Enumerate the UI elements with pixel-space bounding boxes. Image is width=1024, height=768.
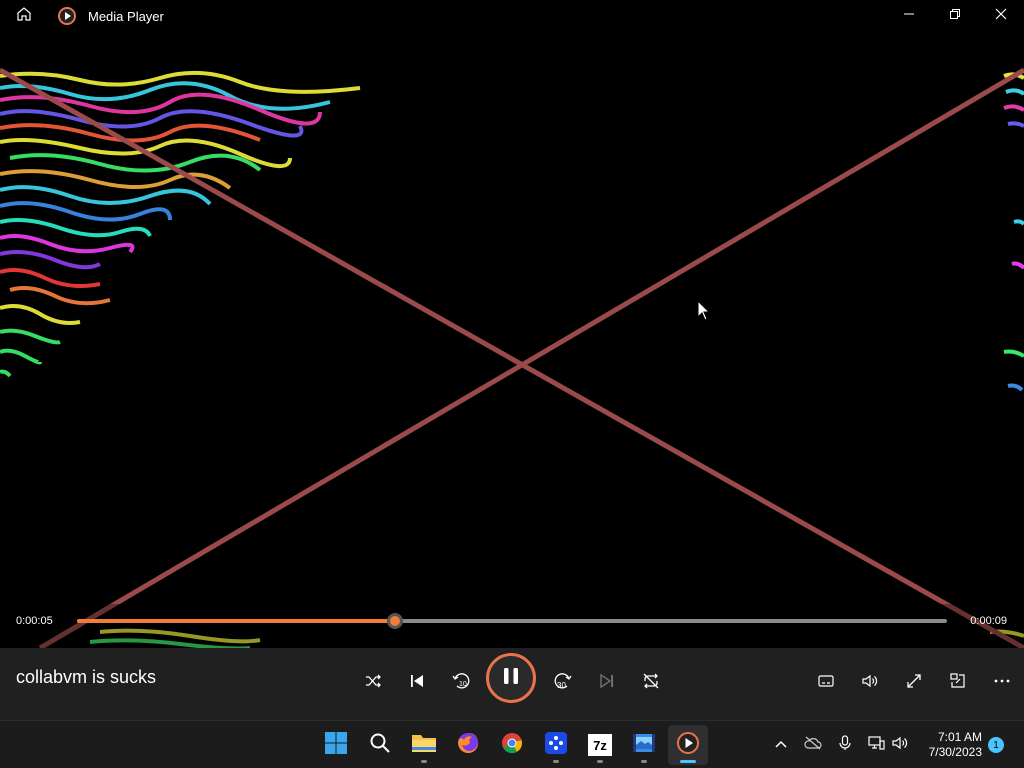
minimize-icon: [903, 7, 915, 25]
running-indicator: [641, 760, 647, 763]
taskbar: 7z 7:01 AM 7/30/2023 1: [0, 720, 1024, 768]
7zip-icon: 7z: [588, 734, 612, 756]
clock-date: 7/30/2023: [928, 745, 982, 759]
skip-back-10-button[interactable]: 10: [444, 666, 478, 700]
active-indicator: [680, 760, 696, 763]
glitch-artifact-left: [0, 70, 361, 378]
close-button[interactable]: [978, 0, 1024, 32]
svg-text:10: 10: [459, 681, 467, 688]
svg-text:30: 30: [557, 681, 566, 690]
duration: 0:00:09: [970, 615, 1007, 627]
previous-button[interactable]: [400, 666, 434, 700]
fullscreen-icon: [905, 672, 923, 695]
folder-icon: [411, 732, 437, 759]
previous-icon: [409, 673, 425, 694]
network-icon: [867, 735, 885, 756]
pause-button[interactable]: [486, 653, 536, 703]
seek-bar[interactable]: [77, 613, 947, 629]
search-icon: [369, 732, 391, 759]
start-button[interactable]: [316, 725, 356, 765]
video-frame: [0, 67, 1024, 648]
running-indicator: [421, 760, 427, 763]
x-line-ascending: [38, 67, 1024, 648]
repeat-off-icon: [642, 672, 660, 695]
close-icon: [995, 7, 1007, 25]
skip-back-10-icon: 10: [451, 671, 471, 696]
shuffle-button[interactable]: [356, 666, 390, 700]
x-line-descending: [0, 67, 1024, 648]
minimize-button[interactable]: [886, 0, 932, 32]
title-bar: Media Player: [0, 0, 1024, 32]
more-options-button[interactable]: [985, 666, 1019, 700]
volume-button[interactable]: [853, 666, 887, 700]
7zip-label: 7z: [593, 737, 607, 753]
firefox-button[interactable]: [448, 725, 488, 765]
show-hidden-icons-button[interactable]: [767, 733, 795, 757]
subtitles-icon: [817, 672, 835, 695]
clock-time: 7:01 AM: [937, 730, 982, 744]
playback-controls-bar: collabvm is sucks 10 30: [0, 648, 1024, 720]
window-controls: [886, 0, 1024, 32]
restore-icon: [949, 7, 961, 25]
windows-start-icon: [324, 731, 348, 760]
chrome-button[interactable]: [492, 725, 532, 765]
cloud-offline-icon: [804, 736, 822, 755]
chevron-up-icon: [774, 736, 788, 754]
firefox-icon: [456, 731, 480, 760]
onedrive-tray-button[interactable]: [799, 733, 827, 757]
running-indicator: [553, 760, 559, 763]
window-title: Media Player: [88, 8, 164, 24]
file-explorer-button[interactable]: [404, 725, 444, 765]
media-player-app-icon: [56, 5, 78, 27]
home-button[interactable]: [0, 0, 48, 32]
next-button[interactable]: [590, 666, 624, 700]
home-icon: [16, 6, 32, 27]
microphone-tray-button[interactable]: [831, 733, 859, 757]
repeat-button[interactable]: [634, 666, 668, 700]
running-indicator: [597, 760, 603, 763]
current-time: 0:00:05: [16, 615, 53, 627]
app-button[interactable]: [536, 725, 576, 765]
more-icon: [993, 672, 1011, 695]
video-editor-button[interactable]: [624, 725, 664, 765]
notification-badge[interactable]: 1: [988, 737, 1004, 753]
taskbar-search-button[interactable]: [360, 725, 400, 765]
seek-bar-thumb[interactable]: [387, 613, 404, 629]
speaker-icon: [891, 735, 909, 756]
7zip-button[interactable]: 7z: [580, 725, 620, 765]
media-player-icon: [676, 731, 700, 760]
chrome-icon: [500, 731, 524, 760]
seek-bar-row: 0:00:05 0:00:09: [0, 604, 1024, 648]
mini-player-button[interactable]: [941, 666, 975, 700]
next-icon: [599, 673, 615, 694]
shuffle-icon: [364, 672, 382, 695]
blue-app-icon: [544, 731, 568, 760]
clock[interactable]: 7:01 AM 7/30/2023: [929, 730, 982, 760]
video-editor-icon: [632, 732, 656, 759]
volume-tray-button[interactable]: [886, 733, 914, 757]
microphone-icon: [839, 734, 851, 756]
skip-forward-30-icon: 30: [553, 671, 573, 696]
media-title: collabvm is sucks: [16, 667, 157, 687]
subtitles-button[interactable]: [809, 666, 843, 700]
media-player-taskbar-button[interactable]: [668, 725, 708, 765]
video-area[interactable]: [0, 32, 1024, 648]
restore-button[interactable]: [932, 0, 978, 32]
fullscreen-button[interactable]: [897, 666, 931, 700]
mini-player-icon: [949, 672, 967, 695]
glitch-artifact-right: [1003, 72, 1024, 392]
volume-icon: [861, 672, 879, 695]
pause-icon: [501, 666, 521, 691]
media-player-window: Media Player 0:00:05 0:00:09 collabvm is…: [0, 0, 1024, 720]
skip-forward-30-button[interactable]: 30: [546, 666, 580, 700]
seek-bar-progress: [77, 619, 396, 623]
